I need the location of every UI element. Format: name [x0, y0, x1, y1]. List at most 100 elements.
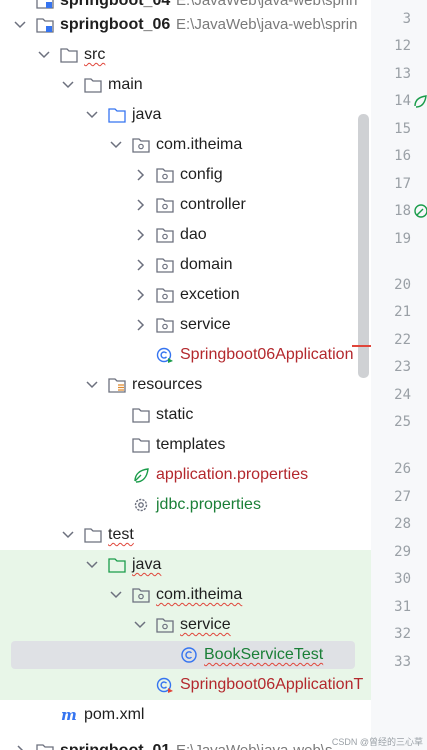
- package-label: com.itheima: [156, 586, 243, 603]
- module-name: springboot_04: [60, 0, 171, 9]
- package-icon: [156, 288, 174, 303]
- line-number: 17: [394, 176, 411, 192]
- tree-row-test[interactable]: test: [0, 520, 371, 550]
- package-icon: [156, 318, 174, 333]
- folder-label: test: [108, 526, 134, 543]
- tree-row-main[interactable]: main: [0, 70, 371, 100]
- tree-row-config[interactable]: config: [0, 160, 371, 190]
- folder-label: main: [108, 76, 143, 93]
- tree-row-test-java[interactable]: java: [0, 550, 371, 580]
- module-name: springboot_01: [60, 742, 170, 750]
- tree-row-java[interactable]: java: [0, 100, 371, 130]
- tree-row-com-itheima[interactable]: com.itheima: [0, 130, 371, 160]
- chevron-down-icon[interactable]: [12, 17, 28, 33]
- tree-row-test-service[interactable]: service: [0, 610, 371, 640]
- tree-row-excetion[interactable]: excetion: [0, 280, 371, 310]
- package-icon: [156, 228, 174, 243]
- tree-row-springboot06applicationtests[interactable]: Springboot06ApplicationT: [0, 670, 371, 700]
- tree-row-springboot06application[interactable]: Springboot06Application: [0, 340, 371, 370]
- package-icon: [156, 168, 174, 183]
- chevron-down-icon[interactable]: [36, 47, 52, 63]
- line-number: 26: [394, 461, 411, 477]
- folder-label: resources: [132, 376, 203, 393]
- line-number: 19: [394, 231, 411, 247]
- module-folder-icon: [36, 744, 54, 750]
- chevron-right-icon[interactable]: [132, 167, 148, 183]
- maven-icon: m: [61, 706, 77, 724]
- line-number: 32: [394, 626, 411, 642]
- chevron-right-icon[interactable]: [132, 227, 148, 243]
- file-label: jdbc.properties: [156, 496, 261, 513]
- line-number: 13: [394, 66, 411, 82]
- chevron-down-icon[interactable]: [60, 527, 76, 543]
- line-number: 20: [394, 277, 411, 293]
- file-label: pom.xml: [84, 706, 145, 723]
- folder-icon: [60, 48, 78, 63]
- chevron-down-icon[interactable]: [84, 107, 100, 123]
- line-number: 22: [394, 332, 411, 348]
- package-label: excetion: [180, 286, 240, 303]
- tree-row-resources[interactable]: resources: [0, 370, 371, 400]
- chevron-right-icon[interactable]: [132, 287, 148, 303]
- package-icon: [156, 198, 174, 213]
- chevron-down-icon[interactable]: [84, 377, 100, 393]
- line-number: 21: [394, 304, 411, 320]
- tree-row-bookservicetest[interactable]: BookServiceTest: [0, 640, 371, 670]
- chevron-down-icon[interactable]: [84, 557, 100, 573]
- package-label: dao: [180, 226, 207, 243]
- gear-icon: [134, 498, 148, 512]
- package-icon: [132, 588, 150, 603]
- tree-row-templates[interactable]: templates: [0, 430, 371, 460]
- tree-row-application-properties[interactable]: application.properties: [0, 460, 371, 490]
- folder-label: java: [132, 556, 162, 573]
- spring-bean-gutter-icon[interactable]: [414, 94, 427, 108]
- tree-row-domain[interactable]: domain: [0, 250, 371, 280]
- chevron-down-icon[interactable]: [60, 77, 76, 93]
- folder-icon: [84, 78, 102, 93]
- chevron-down-icon[interactable]: [132, 617, 148, 633]
- spring-leaf-icon: [134, 468, 149, 483]
- package-label: controller: [180, 196, 246, 213]
- line-number: 18: [394, 203, 411, 219]
- tree-row-static[interactable]: static: [0, 400, 371, 430]
- chevron-right-icon[interactable]: [12, 743, 28, 750]
- chevron-down-icon[interactable]: [108, 137, 124, 153]
- chevron-down-icon[interactable]: [108, 587, 124, 603]
- folder-label: static: [156, 406, 194, 423]
- chevron-right-icon[interactable]: [132, 317, 148, 333]
- module-path: E:\JavaWeb\java-web\s: [176, 742, 332, 750]
- package-icon: [156, 258, 174, 273]
- tree-row-service[interactable]: service: [0, 310, 371, 340]
- chevron-right-icon[interactable]: [132, 197, 148, 213]
- class-label: Springboot06Application: [180, 346, 354, 363]
- tree-row-controller[interactable]: controller: [0, 190, 371, 220]
- vertical-scrollbar[interactable]: [358, 114, 369, 378]
- class-label: BookServiceTest: [204, 646, 324, 663]
- source-folder-icon: [108, 108, 126, 123]
- folder-label: java: [132, 106, 162, 123]
- line-number: 12: [394, 38, 411, 54]
- chevron-right-icon[interactable]: [132, 257, 148, 273]
- tree-row-pom-xml[interactable]: m pom.xml: [0, 700, 371, 730]
- tree-row-dao[interactable]: dao: [0, 220, 371, 250]
- line-number: 27: [394, 489, 411, 505]
- project-path: E:\JavaWeb\java-web\sprin: [176, 16, 358, 33]
- line-number: 23: [394, 359, 411, 375]
- spring-bean-gutter-icon[interactable]: [414, 204, 427, 218]
- tree-row-springboot-06[interactable]: springboot_06 E:\JavaWeb\java-web\sprin: [0, 10, 371, 40]
- line-number: 3: [402, 11, 411, 27]
- tree-row-test-com-itheima[interactable]: com.itheima: [0, 580, 371, 610]
- package-label: domain: [180, 256, 233, 273]
- line-number: 30: [394, 571, 411, 587]
- project-tree-panel[interactable]: springboot_04 E:\JavaWeb\java-web\sprin …: [0, 0, 371, 750]
- folder-icon: [132, 408, 150, 423]
- error-stripe-marker: [352, 345, 371, 347]
- tree-row-jdbc-properties[interactable]: jdbc.properties: [0, 490, 371, 520]
- watermark: CSDN @曾经的三心草: [331, 737, 423, 747]
- tree-row-src[interactable]: src: [0, 40, 371, 70]
- tree-row-springboot-01[interactable]: springboot_01 E:\JavaWeb\java-web\s: [0, 736, 371, 750]
- module-folder-icon: [36, 18, 54, 33]
- resources-folder-icon: [108, 378, 126, 393]
- package-label: service: [180, 616, 231, 633]
- line-number: 25: [394, 414, 411, 430]
